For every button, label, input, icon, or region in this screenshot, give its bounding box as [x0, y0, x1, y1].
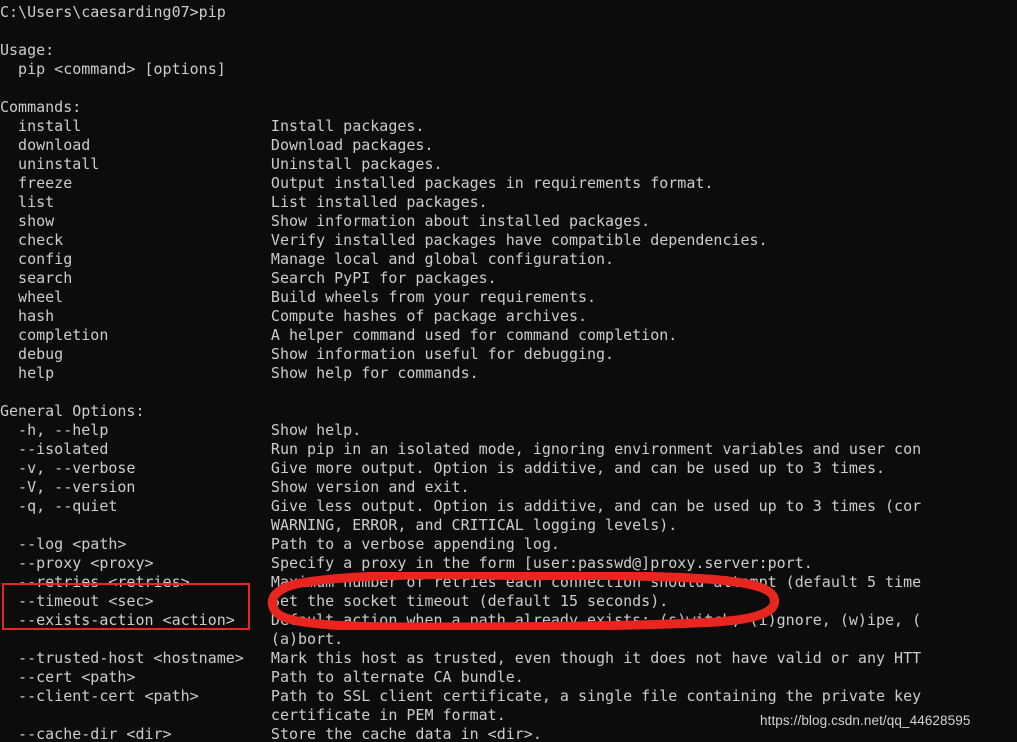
console-line: -h, --help Show help. [0, 421, 362, 439]
console-line: -v, --verbose Give more output. Option i… [0, 459, 886, 477]
console-line: show Show information about installed pa… [0, 212, 651, 230]
console-line: --trusted-host <hostname> Mark this host… [0, 649, 922, 667]
console-line: Commands: [0, 98, 82, 116]
console-line: General Options: [0, 402, 145, 420]
console-line: download Download packages. [0, 136, 434, 154]
console-line: --timeout <sec> Set the socket timeout (… [0, 592, 669, 610]
console-line: hash Compute hashes of package archives. [0, 307, 587, 325]
console-line: --exists-action <action> Default action … [0, 611, 922, 629]
console-line: --retries <retries> Maximum number of re… [0, 573, 922, 591]
console-line: debug Show information useful for debugg… [0, 345, 615, 363]
console-line: WARNING, ERROR, and CRITICAL logging lev… [0, 516, 678, 534]
console-line: (a)bort. [0, 630, 344, 648]
console-line: pip <command> [options] [0, 60, 226, 78]
console-line: --proxy <proxy> Specify a proxy in the f… [0, 554, 813, 572]
console-line: -q, --quiet Give less output. Option is … [0, 497, 922, 515]
console-line: --cert <path> Path to alternate CA bundl… [0, 668, 524, 686]
console-line: -V, --version Show version and exit. [0, 478, 470, 496]
console-output[interactable]: C:\Users\caesarding07>pip Usage: pip <com… [0, 0, 1017, 742]
command-prompt-window[interactable]: C:\Users\caesarding07>pip Usage: pip <com… [0, 0, 1017, 742]
console-line: list List installed packages. [0, 193, 488, 211]
console-line: freeze Output installed packages in requ… [0, 174, 714, 192]
console-line: search Search PyPI for packages. [0, 269, 497, 287]
console-line: wheel Build wheels from your requirement… [0, 288, 597, 306]
console-line: --client-cert <path> Path to SSL client … [0, 687, 922, 705]
console-line: --isolated Run pip in an isolated mode, … [0, 440, 922, 458]
console-line: help Show help for commands. [0, 364, 479, 382]
console-line: check Verify installed packages have com… [0, 231, 768, 249]
console-line: --log <path> Path to a verbose appending… [0, 535, 560, 553]
console-line: completion A helper command used for com… [0, 326, 678, 344]
console-line: C:\Users\caesarding07>pip [0, 3, 226, 21]
console-line: install Install packages. [0, 117, 425, 135]
watermark-url: https://blog.csdn.net/qq_44628595 [760, 713, 971, 728]
console-line: config Manage local and global configura… [0, 250, 615, 268]
console-line: Usage: [0, 41, 55, 59]
console-line: uninstall Uninstall packages. [0, 155, 443, 173]
